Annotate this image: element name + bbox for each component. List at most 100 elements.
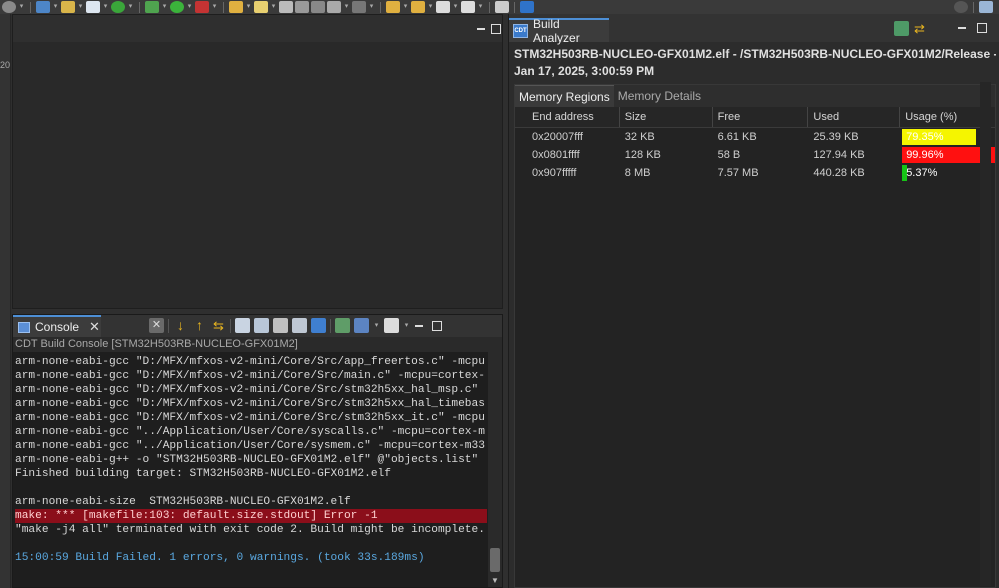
separator [168, 318, 169, 333]
chevron-down-icon[interactable]: ▾ [427, 1, 434, 13]
pilcrow-icon[interactable] [311, 1, 325, 13]
cell-end-address: 0x0801ffff [532, 149, 580, 161]
table-row[interactable]: 0x907fffff 8 MB 7.57 MB 440.28 KB 5.37% [515, 164, 995, 182]
display-console-icon[interactable] [335, 318, 350, 333]
perspective-icon[interactable] [979, 1, 993, 13]
chevron-down-icon[interactable]: ▾ [343, 1, 350, 13]
cell-end-address: 0x20007fff [532, 131, 583, 143]
chevron-down-icon[interactable]: ▾ [402, 1, 409, 13]
tab-build-analyzer[interactable]: CDT Build Analyzer [509, 17, 609, 45]
chevron-down-icon[interactable]: ▾ [403, 320, 410, 332]
folder-icon[interactable] [61, 1, 75, 13]
usage-label: 99.96% [906, 149, 944, 161]
scrollbar-thumb[interactable] [490, 548, 500, 572]
arrow-down-icon[interactable]: ↓ [173, 318, 188, 333]
clear-console-icon[interactable]: ✕ [149, 318, 164, 333]
console-subtitle: CDT Build Console [STM32H503RB-NUCLEO-GF… [13, 337, 502, 352]
vertical-scrollbar[interactable]: ▼ [488, 352, 502, 587]
cell-size: 128 KB [624, 149, 661, 161]
scroll-lock-icon[interactable] [235, 318, 250, 333]
table-row[interactable]: 0x20007fff 32 KB 6.61 KB 25.39 KB 79.35% [515, 128, 995, 146]
chevron-down-icon[interactable]: ▾ [127, 1, 134, 13]
cdt-icon: CDT [513, 24, 528, 38]
chevron-down-icon[interactable]: ▾ [102, 1, 109, 13]
cell-free: 7.57 MB [717, 167, 759, 179]
column-header-end-address[interactable]: End address [527, 107, 620, 127]
search-icon[interactable] [954, 1, 968, 13]
chevron-down-icon[interactable]: ▾ [211, 1, 218, 13]
pin-icon[interactable] [327, 1, 341, 13]
annotation-icon[interactable] [352, 1, 366, 13]
chevron-down-icon[interactable]: ▾ [452, 1, 459, 13]
tab-console[interactable]: Console ✕ [13, 315, 101, 337]
cell-size: 8 MB [624, 167, 651, 179]
chevron-down-icon[interactable]: ▾ [186, 1, 193, 13]
editor-header [13, 15, 502, 42]
refresh-icon[interactable] [111, 1, 125, 13]
separator [489, 1, 490, 13]
edit-icon[interactable] [254, 1, 268, 13]
console-line: Finished building target: STM32H503RB-NU… [15, 468, 391, 480]
refresh-analysis-icon[interactable] [894, 21, 909, 36]
word-wrap-icon[interactable] [254, 318, 269, 333]
chevron-down-icon[interactable]: ▾ [477, 1, 484, 13]
table-row[interactable]: 0x0801ffff 128 KB 58 B 127.94 KB 99.96% [515, 146, 996, 164]
console-output[interactable]: 15:00:59 Build Failed. 1 errors, 0 warni… [13, 352, 502, 587]
nav-fwd-icon[interactable] [411, 1, 425, 13]
format-icon[interactable] [295, 1, 309, 13]
sync-icon[interactable]: ⇆ [211, 318, 226, 333]
maximize-icon[interactable] [432, 320, 442, 331]
separator [330, 318, 331, 333]
tab-memory-details[interactable]: Memory Details [614, 85, 705, 107]
debug-icon[interactable] [2, 1, 16, 13]
open-console-icon[interactable] [384, 318, 399, 333]
build-analyzer-view: CDT Build Analyzer ⇄ STM32H503RB-NUCLEO-… [508, 14, 999, 588]
arrow-up-icon[interactable]: ↑ [192, 318, 207, 333]
tab-memory-regions[interactable]: Memory Regions [515, 85, 614, 107]
column-header-used[interactable]: Used [808, 107, 901, 127]
chevron-down-icon[interactable]: ▾ [18, 1, 25, 13]
chevron-down-icon[interactable]: ▾ [373, 320, 380, 332]
close-icon[interactable]: ✕ [89, 319, 100, 335]
new-icon[interactable] [36, 1, 50, 13]
nav-back-icon[interactable] [386, 1, 400, 13]
doc-icon[interactable] [279, 1, 293, 13]
chevron-down-icon[interactable]: ▾ [161, 1, 168, 13]
arrow-left-icon[interactable] [436, 1, 450, 13]
window-icon[interactable] [495, 1, 509, 13]
chevron-down-icon[interactable]: ▾ [245, 1, 252, 13]
minimize-icon[interactable] [957, 23, 967, 33]
maximize-icon[interactable] [977, 23, 987, 33]
chevron-down-icon[interactable]: ▾ [52, 1, 59, 13]
info-icon[interactable] [520, 1, 534, 13]
column-header-free[interactable]: Free [713, 107, 809, 127]
minimize-icon[interactable] [476, 24, 486, 34]
column-header-size[interactable]: Size [620, 107, 713, 127]
separator [973, 1, 974, 13]
minimize-icon[interactable] [414, 321, 424, 331]
link-editor-icon[interactable]: ⇄ [912, 21, 927, 36]
chevron-down-icon[interactable]: ▾ [368, 1, 375, 13]
show-on-error-icon[interactable] [292, 318, 307, 333]
new-console-icon[interactable] [354, 318, 369, 333]
arrow-right-icon[interactable] [461, 1, 475, 13]
vertical-scrollbar[interactable] [980, 82, 991, 586]
console-header: Console ✕ ✕ ↓ ↑ ⇆ ▾ ▾ [13, 315, 502, 337]
table-body: 0x20007fff 32 KB 6.61 KB 25.39 KB 79.35%… [515, 128, 996, 182]
scroll-down-icon[interactable]: ▼ [491, 576, 499, 585]
open-icon[interactable] [229, 1, 243, 13]
console-line: arm-none-eabi-size STM32H503RB-NUCLEO-GF… [15, 496, 351, 508]
maximize-icon[interactable] [491, 24, 501, 34]
show-on-output-icon[interactable] [273, 318, 288, 333]
c-file-icon[interactable] [86, 1, 100, 13]
debug-bug-icon[interactable] [145, 1, 159, 13]
separator [223, 1, 224, 13]
chevron-down-icon[interactable]: ▾ [77, 1, 84, 13]
memory-regions-table: End address Size Free Used Usage (%) 0x2… [515, 107, 996, 182]
run-icon[interactable] [170, 1, 184, 13]
stop-icon[interactable] [195, 1, 209, 13]
pin-console-icon[interactable] [311, 318, 326, 333]
chevron-down-icon[interactable]: ▾ [270, 1, 277, 13]
